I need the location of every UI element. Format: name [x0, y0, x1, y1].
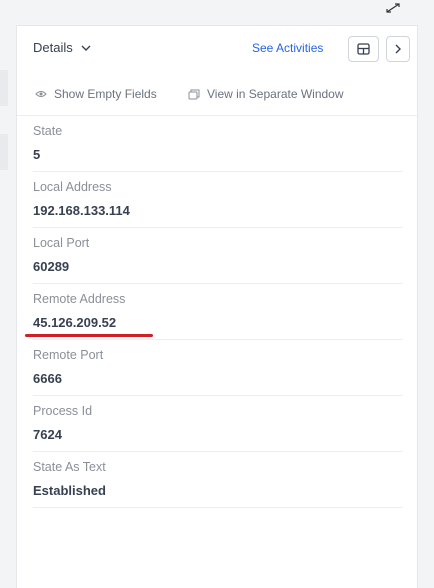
field-value: 45.126.209.52 [33, 315, 117, 330]
details-title: Details [33, 40, 73, 55]
field-label: Remote Port [33, 348, 104, 362]
left-pane-row [0, 134, 8, 170]
field-label: Local Port [33, 236, 90, 250]
field-state: State 5 [33, 116, 403, 172]
view-separate-window-label: View in Separate Window [207, 87, 344, 101]
field-label: State As Text [33, 460, 106, 474]
field-local-port: Local Port 60289 [33, 228, 403, 284]
show-empty-fields-button[interactable]: Show Empty Fields [35, 87, 157, 101]
details-panel: Details See Activities Show Empty Fields… [16, 25, 418, 588]
field-label: Local Address [33, 180, 112, 194]
eye-icon [35, 91, 47, 97]
show-empty-fields-label: Show Empty Fields [54, 87, 157, 101]
layout-icon [357, 43, 370, 55]
see-activities-link[interactable]: See Activities [252, 41, 323, 55]
field-value: 192.168.133.114 [33, 203, 130, 218]
details-toolbar: Show Empty Fields View in Separate Windo… [17, 72, 417, 116]
field-remote-port: Remote Port 6666 [33, 340, 403, 396]
field-value: Established [33, 483, 106, 498]
details-dropdown[interactable]: Details [33, 40, 91, 55]
field-remote-address: Remote Address 45.126.209.52 [25, 284, 403, 340]
field-state-as-text: State As Text Established [33, 452, 403, 508]
left-pane-row [0, 70, 8, 106]
next-button[interactable] [386, 36, 410, 62]
field-value: 5 [33, 147, 41, 162]
field-value: 6666 [33, 371, 62, 386]
expand-icon[interactable] [386, 0, 400, 13]
field-label: Remote Address [33, 292, 126, 306]
chevron-down-icon [81, 45, 91, 51]
field-value: 7624 [33, 427, 62, 442]
field-label: State [33, 124, 63, 138]
panel-header: Details See Activities [17, 26, 417, 72]
field-local-address: Local Address 192.168.133.114 [33, 172, 403, 228]
left-pane [0, 26, 8, 588]
view-separate-window-button[interactable]: View in Separate Window [188, 87, 344, 101]
highlight-underline [25, 334, 153, 337]
layout-button[interactable] [348, 36, 379, 62]
field-label: Process Id [33, 404, 93, 418]
chevron-right-icon [395, 44, 401, 54]
window-icon [188, 89, 200, 99]
field-process-id: Process Id 7624 [33, 396, 403, 452]
field-value: 60289 [33, 259, 70, 274]
fields-list: State 5 Local Address 192.168.133.114 Lo… [25, 116, 403, 508]
